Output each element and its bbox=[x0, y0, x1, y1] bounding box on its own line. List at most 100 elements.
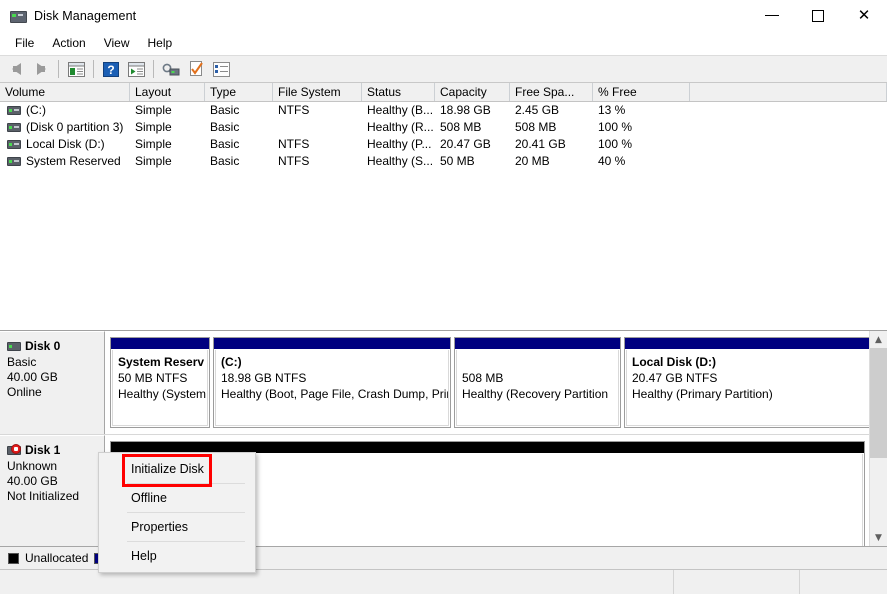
maximize-button[interactable] bbox=[795, 0, 841, 31]
help-icon: ? bbox=[103, 61, 119, 77]
cell-free-space: 2.45 GB bbox=[515, 103, 560, 117]
table-row[interactable]: (Disk 0 partition 3) Simple Basic Healthy (… bbox=[0, 119, 887, 136]
scroll-down-button[interactable]: ▼ bbox=[870, 529, 887, 546]
show-hide-console-tree-icon bbox=[67, 61, 85, 77]
scrollbar-thumb[interactable] bbox=[870, 348, 887, 458]
partition-line2: 18.98 GB NTFS bbox=[221, 371, 307, 385]
disk-type-label: Unknown bbox=[7, 459, 58, 473]
column-header-free[interactable]: % Free bbox=[593, 83, 690, 101]
disk-status-label: Online bbox=[7, 385, 42, 399]
column-header-capacity[interactable]: Capacity bbox=[435, 83, 510, 101]
back-arrow-icon bbox=[11, 63, 21, 75]
column-header-layout[interactable]: Layout bbox=[130, 83, 205, 101]
cell-layout: Simple bbox=[135, 120, 172, 134]
partition-capacity-bar bbox=[111, 338, 209, 350]
cell-free-space: 508 MB bbox=[515, 120, 557, 134]
partition-details: 508 MB Healthy (Recovery Partition bbox=[456, 350, 619, 426]
disk-name-label: Disk 0 bbox=[25, 339, 61, 353]
cell-percent-free: 13 % bbox=[598, 103, 626, 117]
partition-line2: 20.47 GB NTFS bbox=[632, 371, 718, 385]
title-bar: Disk Management ✕ bbox=[0, 0, 887, 31]
context-menu-item-properties[interactable]: Properties bbox=[99, 513, 255, 541]
menu-bar: File Action View Help bbox=[0, 31, 887, 55]
table-row[interactable]: System Reserved Simple Basic NTFS Healthy (S… bbox=[0, 153, 887, 170]
disk-name-label: Disk 1 bbox=[25, 443, 61, 457]
cell-status: Healthy (P... bbox=[367, 137, 432, 151]
close-button[interactable]: ✕ bbox=[841, 0, 887, 31]
partition-capacity-bar bbox=[214, 338, 450, 350]
partition-block[interactable]: (C:) 18.98 GB NTFS Healthy (Boot, Page Fil… bbox=[213, 337, 451, 428]
volume-list-pane: Volume Layout Type File System Status Capacit… bbox=[0, 83, 887, 331]
volume-label: Local Disk (D:) bbox=[26, 137, 105, 151]
context-menu-item-initialize-disk[interactable]: Initialize Disk bbox=[99, 455, 255, 483]
properties-button[interactable] bbox=[184, 58, 208, 80]
column-header-free-spa[interactable]: Free Spa... bbox=[510, 83, 593, 101]
column-header-type[interactable]: Type bbox=[205, 83, 273, 101]
menu-view[interactable]: View bbox=[95, 33, 139, 53]
rescan-disks-button[interactable] bbox=[159, 58, 183, 80]
forward-arrow-icon bbox=[36, 63, 46, 75]
partition-details: Local Disk (D:) 20.47 GB NTFS Healthy (Pri… bbox=[626, 350, 869, 426]
column-header-volume[interactable]: Volume bbox=[0, 83, 130, 101]
window-title: Disk Management bbox=[34, 8, 137, 23]
context-menu-item-help[interactable]: Help bbox=[99, 542, 255, 570]
partition-block[interactable]: Local Disk (D:) 20.47 GB NTFS Healthy (Pri… bbox=[624, 337, 869, 428]
disk-management-window: Disk Management ✕ File Action View Help bbox=[0, 0, 887, 594]
rescan-disks-icon bbox=[162, 63, 180, 75]
cell-volume: (Disk 0 partition 3) bbox=[0, 119, 130, 136]
cell-volume: (C:) bbox=[0, 102, 130, 119]
status-cell-1 bbox=[0, 570, 674, 594]
partition-details: System Reserv 50 MB NTFS Healthy (System bbox=[112, 350, 208, 426]
partition-capacity-bar bbox=[625, 338, 869, 350]
column-header-file-system[interactable]: File System bbox=[273, 83, 362, 101]
status-cell-3 bbox=[800, 570, 887, 594]
scroll-up-button[interactable]: ▲ bbox=[870, 331, 887, 348]
disk-info-panel[interactable]: Disk 1 Unknown 40.00 GB Not Initialized bbox=[0, 435, 105, 546]
help-button[interactable]: ? bbox=[99, 58, 123, 80]
scrollbar-track[interactable] bbox=[870, 348, 887, 529]
graphical-view-scrollbar[interactable]: ▲ ▼ bbox=[869, 331, 887, 546]
partition-block[interactable]: System Reserv 50 MB NTFS Healthy (System bbox=[110, 337, 210, 428]
volume-label: (C:) bbox=[26, 103, 46, 117]
cell-capacity: 18.98 GB bbox=[440, 103, 491, 117]
cell-type: Basic bbox=[210, 137, 240, 151]
cell-percent-free: 100 % bbox=[598, 120, 633, 134]
caption-buttons: ✕ bbox=[749, 0, 887, 31]
minimize-button[interactable] bbox=[749, 0, 795, 31]
toolbar-separator-3 bbox=[153, 60, 154, 78]
volume-drive-icon bbox=[7, 140, 21, 149]
column-header-blank[interactable] bbox=[690, 83, 887, 101]
back-button[interactable] bbox=[4, 58, 28, 80]
action-menu-button[interactable] bbox=[124, 58, 148, 80]
partition-capacity-bar bbox=[455, 338, 620, 350]
menu-help[interactable]: Help bbox=[139, 33, 182, 53]
cell-percent-free: 40 % bbox=[598, 154, 626, 168]
volume-label: System Reserved bbox=[26, 154, 121, 168]
cell-status: Healthy (S... bbox=[367, 154, 434, 168]
context-menu-item-offline[interactable]: Offline bbox=[99, 484, 255, 512]
status-cell-2 bbox=[674, 570, 800, 594]
disk-context-menu: Initialize Disk Offline Properties Help bbox=[98, 452, 256, 573]
disk-status-label: Not Initialized bbox=[7, 489, 80, 503]
disk-title: Disk 0 bbox=[7, 339, 104, 353]
menu-file[interactable]: File bbox=[6, 33, 43, 53]
table-row[interactable]: Local Disk (D:) Simple Basic NTFS Healthy (P… bbox=[0, 136, 887, 153]
svg-text:?: ? bbox=[107, 63, 114, 77]
cell-percent-free: 100 % bbox=[598, 137, 633, 151]
disk-info-panel[interactable]: Disk 0 Basic 40.00 GB Online bbox=[0, 331, 105, 434]
table-row[interactable]: (C:) Simple Basic NTFS Healthy (B... 18.98 GB… bbox=[0, 102, 887, 119]
menu-action[interactable]: Action bbox=[43, 33, 94, 53]
disk-row-disk-0[interactable]: Disk 0 Basic 40.00 GB Online System Reserv 50… bbox=[0, 331, 869, 435]
action-menu-icon bbox=[127, 61, 145, 77]
cell-capacity: 20.47 GB bbox=[440, 137, 491, 151]
volume-drive-icon bbox=[7, 157, 21, 166]
disk-icon bbox=[7, 341, 21, 351]
column-header-status[interactable]: Status bbox=[362, 83, 435, 101]
partition-block[interactable]: 508 MB Healthy (Recovery Partition bbox=[454, 337, 621, 428]
show-hide-console-tree-button[interactable] bbox=[64, 58, 88, 80]
cell-status: Healthy (B... bbox=[367, 103, 434, 117]
list-view-button[interactable] bbox=[209, 58, 233, 80]
disk-title: Disk 1 bbox=[7, 443, 104, 457]
partition-line3: Healthy (Primary Partition) bbox=[632, 387, 773, 401]
forward-button[interactable] bbox=[29, 58, 53, 80]
